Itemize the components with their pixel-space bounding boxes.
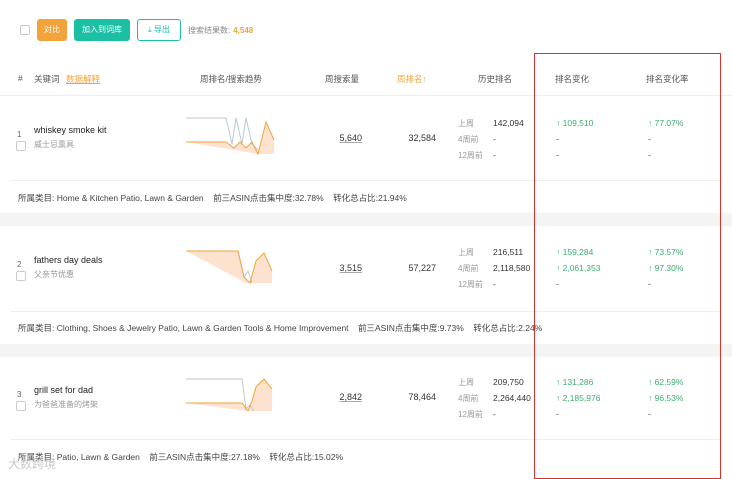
row-checkbox[interactable] — [16, 401, 26, 411]
data-explain-link[interactable]: 数据解释 — [66, 73, 100, 85]
top3-click-share: 前三ASIN点击集中度:27.18% — [149, 452, 260, 462]
row-divider — [10, 439, 722, 440]
header-keyword: 关键词 — [34, 74, 60, 84]
export-label: 导出 — [153, 25, 170, 34]
rank-change-12w: - — [556, 150, 559, 160]
table-header: # 关键词 数据解释 周排名/搜索趋势 周搜索量 周排名↑ 历史排名 排名变化 … — [0, 60, 732, 96]
rank-change-rate-last-week: ↑ 73.57% — [648, 247, 684, 257]
category-info: 所属类目: Home & Kitchen Patio, Lawn & Garde… — [18, 192, 407, 204]
rank-change-rate-12w: - — [648, 279, 651, 289]
category-info: 所属类目: Clothing, Shoes & Jewelry Patio, L… — [18, 322, 542, 334]
conversion-share: 转化总占比:2.24% — [473, 323, 543, 333]
keyword-link[interactable]: whiskey smoke kit — [34, 125, 107, 135]
history-label-last-week: 上周 — [458, 119, 474, 128]
history-label-12w: 12周前 — [458, 410, 483, 419]
row-gap — [0, 344, 732, 357]
history-rank-4w: - — [493, 134, 496, 144]
row-checkbox[interactable] — [16, 271, 26, 281]
category-text: 所属类目: Clothing, Shoes & Jewelry Patio, L… — [18, 323, 349, 333]
rank-change-rate-12w: - — [648, 150, 651, 160]
table-row: 1 whiskey smoke kit 威士忌熏具 5,640 32,584 上… — [0, 97, 732, 213]
rank-change-rate-4w: - — [648, 134, 651, 144]
rank-trend-sparkline[interactable] — [186, 114, 276, 156]
rank-trend-sparkline[interactable] — [186, 371, 276, 413]
rank-change-4w: ↑ 2,185,976 — [556, 393, 601, 403]
rank-change-rate-12w: - — [648, 409, 651, 419]
history-rank-12w: - — [493, 409, 496, 419]
result-count: 搜索结果数: 4,548 — [188, 25, 253, 36]
rank-change-rate-last-week: ↑ 77.07% — [648, 118, 684, 128]
download-icon: ⤓ — [148, 25, 152, 34]
rank-change-4w: - — [556, 134, 559, 144]
history-label-last-week: 上周 — [458, 378, 474, 387]
header-rank-change[interactable]: 排名变化 — [555, 73, 589, 85]
result-number: 4,548 — [233, 26, 254, 35]
header-weekly-rank-sort[interactable]: 周排名↑ — [397, 73, 427, 85]
row-index: 1 — [17, 130, 22, 139]
category-info: 所属类目: Patio, Lawn & Garden 前三ASIN点击集中度:2… — [18, 451, 343, 463]
history-label-last-week: 上周 — [458, 248, 474, 257]
history-label-4w: 4周前 — [458, 135, 479, 144]
keyword-translation: 父亲节优惠 — [34, 270, 74, 279]
result-label: 搜索结果数: — [188, 26, 231, 35]
weekly-rank: 57,227 — [408, 263, 436, 273]
rank-change-rate-last-week: ↑ 62.59% — [648, 377, 684, 387]
history-rank-last-week: 216,511 — [493, 247, 524, 257]
rank-change-last-week: ↑ 131,286 — [556, 377, 594, 387]
add-to-library-button[interactable]: 加入到词库 — [74, 19, 130, 41]
toolbar: 对比 加入到词库 ⤓ 导出 搜索结果数: 4,548 — [0, 0, 732, 60]
row-index: 3 — [17, 390, 22, 399]
history-label-4w: 4周前 — [458, 264, 479, 273]
history-label-12w: 12周前 — [458, 151, 483, 160]
compare-button[interactable]: 对比 — [37, 19, 67, 41]
keyword-link[interactable]: fathers day deals — [34, 255, 103, 265]
weekly-rank: 32,584 — [408, 133, 436, 143]
watermark: 大数跨境 — [8, 457, 57, 471]
history-label-4w: 4周前 — [458, 394, 479, 403]
keyword-link[interactable]: grill set for dad — [34, 385, 93, 395]
row-gap — [0, 213, 732, 226]
export-button[interactable]: ⤓ 导出 — [137, 19, 181, 41]
category-text: 所属类目: Home & Kitchen Patio, Lawn & Garde… — [18, 193, 204, 203]
header-rank-trend: 周排名/搜索趋势 — [200, 74, 262, 84]
rank-change-12w: - — [556, 409, 559, 419]
conversion-share: 转化总占比:15.02% — [269, 452, 344, 462]
weekly-search-volume[interactable]: 3,515 — [302, 263, 362, 273]
row-index: 2 — [17, 260, 22, 269]
rank-change-12w: - — [556, 279, 559, 289]
rank-trend-sparkline[interactable] — [186, 243, 276, 285]
weekly-search-volume[interactable]: 2,842 — [302, 392, 362, 402]
history-rank-last-week: 209,750 — [493, 377, 524, 387]
table-row: 3 grill set for dad 为爸爸准备的烤架 2,842 78,46… — [0, 357, 732, 479]
history-rank-4w: 2,264,440 — [493, 393, 531, 403]
table-row: 2 fathers day deals 父亲节优惠 3,515 57,227 上… — [0, 226, 732, 344]
top3-click-share: 前三ASIN点击集中度:32.78% — [213, 193, 324, 203]
history-rank-last-week: 142,094 — [493, 118, 524, 128]
row-checkbox[interactable] — [16, 141, 26, 151]
row-divider — [10, 311, 722, 312]
header-history-rank: 历史排名 — [478, 74, 513, 84]
conversion-share: 转化总占比:21.94% — [333, 193, 407, 203]
history-rank-12w: - — [493, 150, 496, 160]
rank-change-last-week: ↑ 109,510 — [556, 118, 594, 128]
weekly-rank: 78,464 — [408, 392, 436, 402]
header-weekly-search[interactable]: 周搜索量 — [325, 73, 359, 85]
history-label-12w: 12周前 — [458, 280, 483, 289]
select-all-checkbox[interactable] — [20, 25, 30, 35]
header-index: # — [18, 73, 23, 83]
rank-change-rate-4w: ↑ 96.53% — [648, 393, 684, 403]
keyword-translation: 为爸爸准备的烤架 — [34, 400, 98, 409]
row-divider — [10, 180, 722, 181]
keyword-translation: 威士忌熏具 — [34, 140, 74, 149]
history-rank-4w: 2,118,580 — [493, 263, 531, 273]
rank-change-rate-4w: ↑ 97.30% — [648, 263, 684, 273]
rank-change-last-week: ↑ 159,284 — [556, 247, 594, 257]
header-rank-change-rate[interactable]: 排名变化率 — [646, 73, 689, 85]
history-rank-12w: - — [493, 279, 496, 289]
rank-change-4w: ↑ 2,061,353 — [556, 263, 601, 273]
top3-click-share: 前三ASIN点击集中度:9.73% — [358, 323, 464, 333]
weekly-search-volume[interactable]: 5,640 — [302, 133, 362, 143]
